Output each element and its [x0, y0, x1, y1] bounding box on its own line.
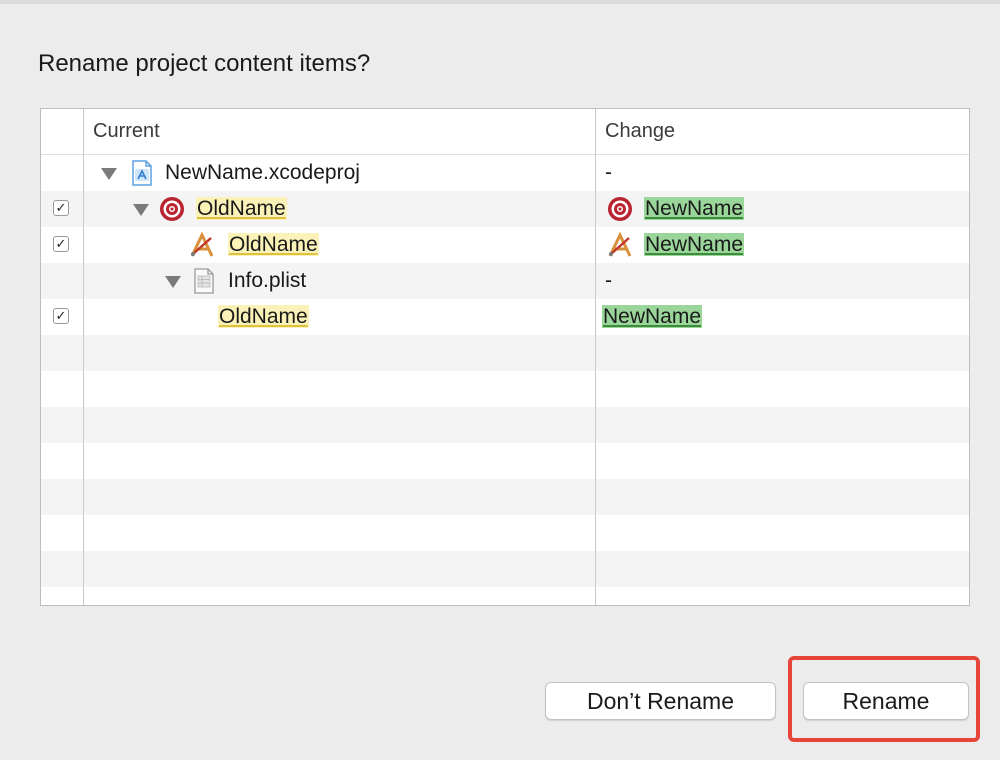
- column-header-change[interactable]: Change: [605, 109, 675, 154]
- application-icon: [190, 232, 214, 257]
- plist-file-icon: [194, 268, 214, 294]
- old-name-highlight: OldName: [228, 233, 319, 256]
- disclosure-triangle-icon[interactable]: [133, 204, 149, 216]
- rename-items-table: Current Change NewName.xcodeproj - ✓ Old…: [40, 108, 970, 606]
- table-row[interactable]: ✓ OldName NewName: [41, 299, 969, 335]
- change-name: NewName: [644, 227, 745, 263]
- include-checkbox[interactable]: ✓: [53, 200, 69, 216]
- change-name: -: [605, 161, 612, 184]
- dont-rename-button[interactable]: Don’t Rename: [545, 682, 776, 720]
- table-row[interactable]: Info.plist -: [41, 263, 969, 299]
- table-header: Current Change: [41, 109, 969, 155]
- disclosure-triangle-icon[interactable]: [165, 276, 181, 288]
- current-name: OldName: [196, 191, 287, 227]
- change-name: -: [605, 269, 612, 292]
- window-top-edge: [0, 0, 1000, 4]
- new-name-highlight: NewName: [602, 305, 703, 328]
- change-name: NewName: [602, 299, 703, 335]
- callout-highlight-box: [788, 656, 980, 742]
- xcodeproj-file-icon: [132, 160, 152, 186]
- table-row[interactable]: ✓ OldName NewName: [41, 227, 969, 263]
- column-header-current[interactable]: Current: [93, 109, 160, 154]
- target-icon: [160, 197, 184, 221]
- new-name-highlight: NewName: [644, 233, 745, 256]
- table-row[interactable]: ✓ OldName NewName: [41, 191, 969, 227]
- include-checkbox[interactable]: ✓: [53, 236, 69, 252]
- application-icon: [608, 232, 632, 257]
- dialog-title: Rename project content items?: [38, 50, 371, 77]
- current-name: NewName.xcodeproj: [165, 161, 360, 184]
- table-row[interactable]: NewName.xcodeproj -: [41, 155, 969, 191]
- include-checkbox[interactable]: ✓: [53, 308, 69, 324]
- old-name-highlight: OldName: [218, 305, 309, 328]
- target-icon: [608, 197, 632, 221]
- change-name: NewName: [644, 191, 745, 227]
- old-name-highlight: OldName: [196, 197, 287, 220]
- current-name: OldName: [228, 227, 319, 263]
- table-row-bg: [41, 551, 969, 587]
- table-row-bg: [41, 479, 969, 515]
- table-row-bg: [41, 407, 969, 443]
- new-name-highlight: NewName: [644, 197, 745, 220]
- table-row-bg: [41, 335, 969, 371]
- current-name: OldName: [218, 299, 309, 335]
- current-name: Info.plist: [228, 269, 307, 292]
- disclosure-triangle-icon[interactable]: [101, 168, 117, 180]
